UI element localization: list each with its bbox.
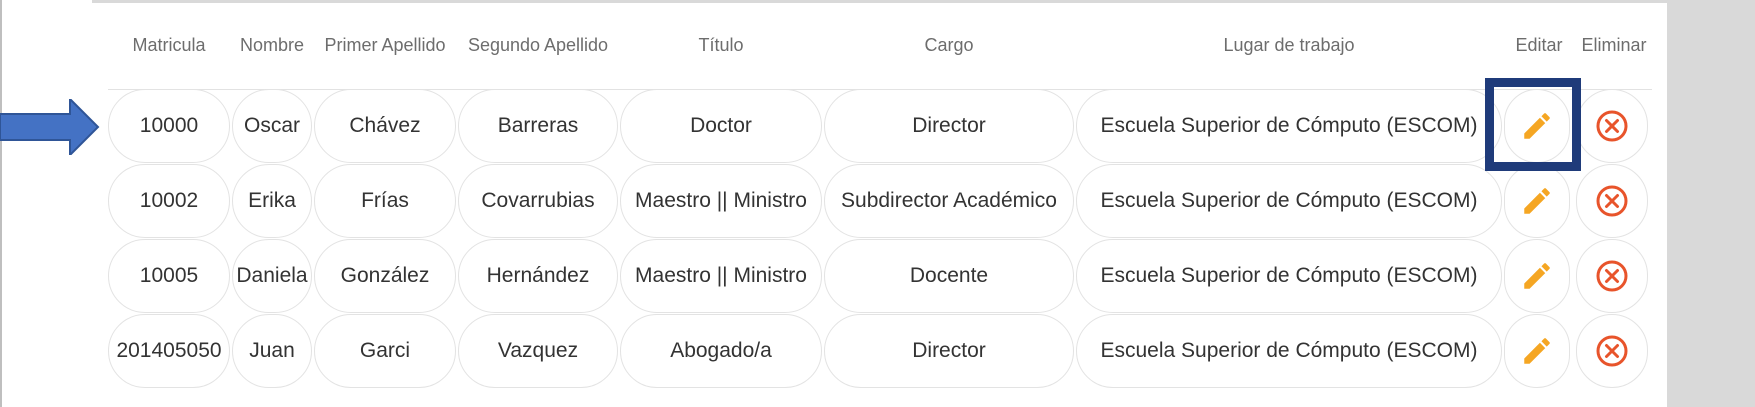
cell-cargo: Director (824, 314, 1074, 388)
header-nombre[interactable]: Nombre (232, 35, 312, 56)
cell-nombre: Daniela (232, 239, 312, 313)
cell-nombre: Oscar (232, 89, 312, 163)
cell-nombre: Erika (232, 164, 312, 238)
header-primer-apellido[interactable]: Primer Apellido (314, 35, 456, 56)
cell-matricula: 201405050 (108, 314, 230, 388)
cell-lugar: Escuela Superior de Cómputo (ESCOM) (1076, 239, 1502, 313)
delete-button[interactable] (1576, 164, 1648, 238)
delete-button[interactable] (1576, 239, 1648, 313)
cell-titulo: Maestro || Ministro (620, 239, 822, 313)
cell-matricula: 10005 (108, 239, 230, 313)
header-editar: Editar (1515, 35, 1563, 55)
cell-lugar: Escuela Superior de Cómputo (ESCOM) (1076, 164, 1502, 238)
pencil-icon (1524, 188, 1550, 214)
edit-button[interactable] (1504, 314, 1570, 388)
cell-titulo: Maestro || Ministro (620, 164, 822, 238)
close-circle-icon (1596, 110, 1628, 142)
cell-primer-apellido: Garci (314, 314, 456, 388)
cell-nombre: Juan (232, 314, 312, 388)
cell-segundo-apellido: Barreras (458, 89, 618, 163)
header-eliminar: Eliminar (1581, 35, 1647, 55)
cell-segundo-apellido: Covarrubias (458, 164, 618, 238)
header-lugar[interactable]: Lugar de trabajo (1076, 35, 1502, 56)
header-matricula[interactable]: Matricula (108, 35, 230, 56)
right-margin (1667, 0, 1755, 407)
cell-titulo: Doctor (620, 89, 822, 163)
cell-segundo-apellido: Vazquez (458, 314, 618, 388)
header-segundo-apellido[interactable]: Segundo Apellido (458, 35, 618, 56)
cell-lugar: Escuela Superior de Cómputo (ESCOM) (1076, 314, 1502, 388)
close-circle-icon (1596, 185, 1628, 217)
header-titulo[interactable]: Título (620, 35, 822, 56)
cell-primer-apellido: Chávez (314, 89, 456, 163)
edit-button[interactable] (1504, 239, 1570, 313)
cell-cargo: Docente (824, 239, 1074, 313)
delete-button[interactable] (1576, 314, 1648, 388)
cell-segundo-apellido: Hernández (458, 239, 618, 313)
cell-matricula: 10002 (108, 164, 230, 238)
pencil-icon (1524, 338, 1550, 364)
pencil-icon (1524, 113, 1550, 139)
close-circle-icon (1596, 260, 1628, 292)
close-circle-icon (1596, 335, 1628, 367)
pencil-icon (1524, 263, 1550, 289)
cell-primer-apellido: González (314, 239, 456, 313)
header-cargo[interactable]: Cargo (824, 35, 1074, 56)
delete-button[interactable] (1576, 89, 1648, 163)
edit-button[interactable] (1504, 164, 1570, 238)
cell-primer-apellido: Frías (314, 164, 456, 238)
arrow-indicator-icon (0, 99, 100, 155)
edit-button[interactable] (1504, 89, 1570, 163)
cell-matricula: 10000 (108, 89, 230, 163)
cell-cargo: Subdirector Académico (824, 164, 1074, 238)
cell-titulo: Abogado/a (620, 314, 822, 388)
cell-lugar: Escuela Superior de Cómputo (ESCOM) (1076, 89, 1502, 163)
left-margin (0, 0, 92, 407)
cell-cargo: Director (824, 89, 1074, 163)
